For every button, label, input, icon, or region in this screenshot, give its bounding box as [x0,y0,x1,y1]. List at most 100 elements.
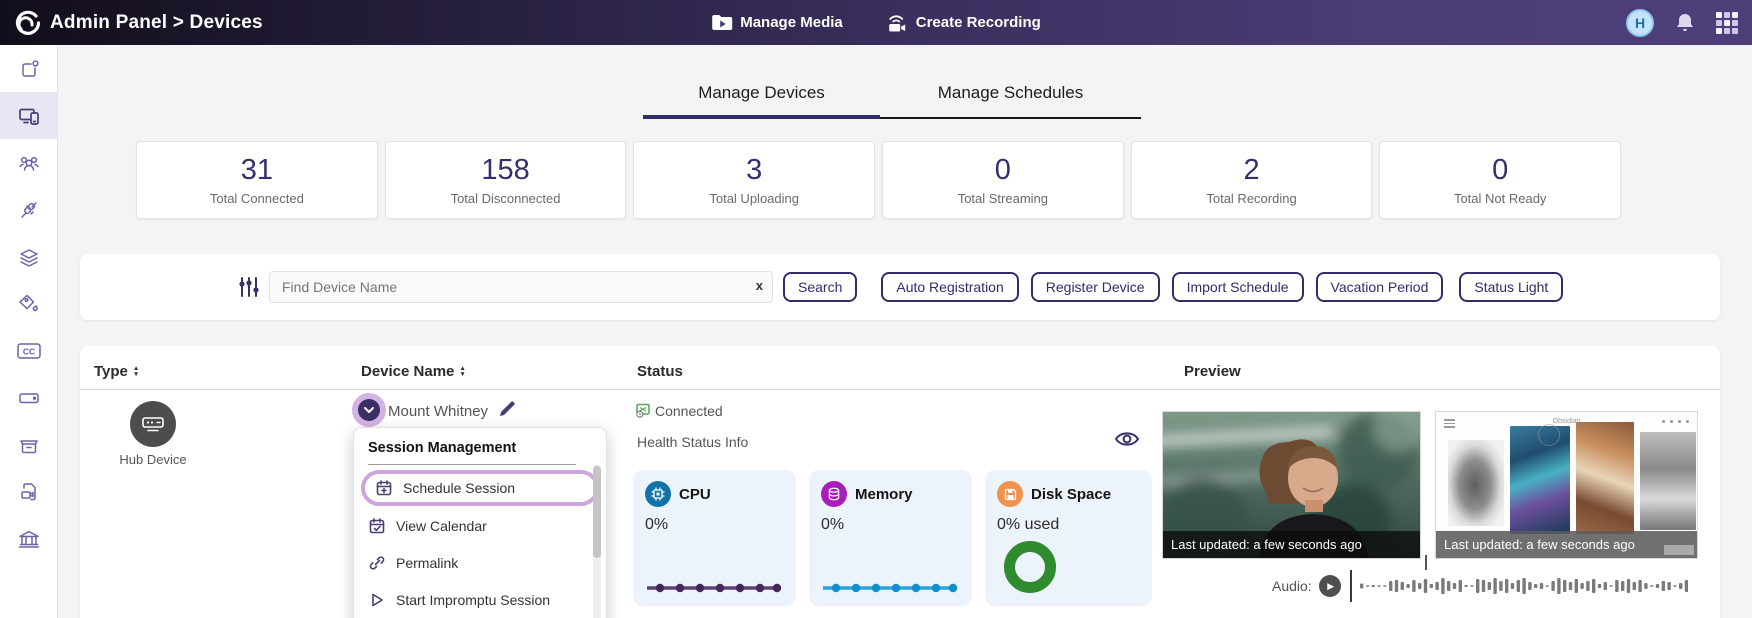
audio-preview-row: Audio: ▶ [1272,569,1688,603]
health-card-value: 0% [645,516,784,534]
cpu-chip-icon [645,481,671,507]
edit-pencil-icon[interactable] [498,400,516,418]
institution-bank-icon [17,528,41,550]
sidebar-item-institution[interactable] [0,515,58,562]
thumbnail-caption: Last updated: a few seconds ago [1436,531,1697,558]
memory-ram-icon [821,481,847,507]
health-card-disk-space: Disk Space 0% used [985,470,1152,606]
zoom-circle-overlay [1538,424,1560,446]
integrations-plug-icon [18,199,40,221]
sidebar-item-remote-recorder[interactable] [0,374,58,421]
screen-image-grid [1448,412,1696,534]
stat-total-disconnected: 158 Total Disconnected [385,141,627,219]
device-name-text: Mount Whitney [388,403,488,420]
column-header-status: Status [637,363,683,380]
register-device-button[interactable]: Register Device [1031,272,1160,302]
stat-value: 31 [241,154,273,187]
stat-value: 2 [1243,154,1259,187]
top-header-bar: Admin Panel > Devices Manage Media Creat… [0,0,1752,45]
hub-device-icon [130,401,176,447]
chevron-down-icon [363,406,375,414]
column-header-device-name[interactable]: Device Name ▲▼ [361,363,466,380]
device-tabs: Manage Devices Manage Schedules [643,83,1141,119]
stat-label: Total Disconnected [451,191,561,206]
stat-value: 3 [746,154,762,187]
media-file-icon [18,481,40,503]
app-logo-icon[interactable] [14,9,42,37]
stat-total-connected: 31 Total Connected [136,141,378,219]
health-card-title: CPU [679,486,711,503]
stat-value: 0 [995,154,1011,187]
stat-label: Total Connected [210,191,304,206]
menu-item-label: Start Impromptu Session [396,592,550,608]
sidebar-item-dashboard[interactable] [0,45,58,92]
preview-video-thumbnail[interactable]: Last updated: a few seconds ago [1162,411,1421,559]
sidebar-item-layers[interactable] [0,233,58,280]
dashboard-icon [18,58,40,80]
svg-text:CC: CC [23,346,35,356]
archive-tray-icon [17,435,41,455]
audio-play-button[interactable]: ▶ [1319,575,1341,597]
sidebar-item-captions[interactable]: CC [0,327,58,374]
memory-sparkline [819,579,960,597]
menu-scrollbar-thumb[interactable] [593,466,601,558]
health-status-info-label: Health Status Info [637,434,748,450]
sidebar-item-users[interactable] [0,139,58,186]
vacation-period-button[interactable]: Vacation Period [1316,272,1444,302]
device-stats-row: 31 Total Connected 158 Total Disconnecte… [136,141,1621,219]
notifications-bell-icon[interactable] [1675,12,1695,33]
create-recording-button[interactable]: Create Recording [885,13,1041,33]
captions-cc-icon: CC [16,341,42,361]
import-schedule-button[interactable]: Import Schedule [1172,272,1304,302]
search-button[interactable]: Search [783,272,857,302]
menu-item-permalink[interactable]: Permalink [368,546,592,580]
tab-manage-devices[interactable]: Manage Devices [643,83,880,119]
menu-item-schedule-session[interactable]: Schedule Session [361,470,599,506]
stat-label: Total Not Ready [1454,191,1547,206]
tab-manage-schedules[interactable]: Manage Schedules [880,83,1141,119]
thumbnail-caption: Last updated: a few seconds ago [1163,531,1420,558]
preview-eye-icon[interactable] [1113,429,1141,449]
table-header-row: Type ▲▼ Device Name ▲▼ Status Preview [80,346,1720,390]
sidebar-item-devices[interactable] [0,92,58,139]
stat-label: Total Streaming [958,191,1048,206]
devices-table: Type ▲▼ Device Name ▲▼ Status Preview [80,346,1720,618]
column-header-type[interactable]: Type ▲▼ [94,363,139,380]
health-card-value: 0% used [997,516,1140,534]
sidebar-item-media-files[interactable] [0,468,58,515]
device-status: Connected [635,402,723,419]
auto-registration-button[interactable]: Auto Registration [881,272,1018,302]
sort-icon[interactable]: ▲▼ [133,366,139,377]
sidebar-item-integrations[interactable] [0,186,58,233]
stat-label: Total Recording [1206,191,1296,206]
create-recording-label: Create Recording [916,14,1041,31]
device-actions-chevron-button[interactable] [358,399,380,421]
clear-search-icon[interactable]: x [756,278,763,293]
mineral-image-4 [1640,432,1696,530]
manage-media-button[interactable]: Manage Media [711,14,843,32]
filter-sliders-icon[interactable] [238,275,260,299]
preview-divider [1425,555,1427,570]
search-input[interactable] [269,271,773,303]
stat-total-streaming: 0 Total Streaming [882,141,1124,219]
app-grid-icon[interactable] [1716,12,1738,34]
sidebar-item-archive[interactable] [0,421,58,468]
menu-item-view-calendar[interactable]: View Calendar [368,509,592,543]
calendar-check-icon [368,517,386,535]
link-icon [368,554,386,572]
sidebar-item-branding[interactable] [0,280,58,327]
audio-label: Audio: [1272,578,1312,594]
audio-cursor[interactable] [1350,570,1352,602]
sort-icon[interactable]: ▲▼ [459,366,465,377]
page-title: Admin Panel > Devices [50,12,263,34]
mineral-image-1 [1448,440,1504,526]
cpu-sparkline [643,579,784,597]
stat-total-recording: 2 Total Recording [1131,141,1373,219]
menu-item-start-impromptu-session[interactable]: Start Impromptu Session [368,583,592,617]
preview-screen-thumbnail[interactable]: Obsidian Last updated: a few seconds ago [1435,411,1698,559]
resize-handle [1664,545,1694,555]
user-avatar[interactable]: H [1626,9,1654,37]
status-light-button[interactable]: Status Light [1459,272,1563,302]
media-folder-icon [711,14,733,32]
menu-item-label: View Calendar [396,518,487,534]
